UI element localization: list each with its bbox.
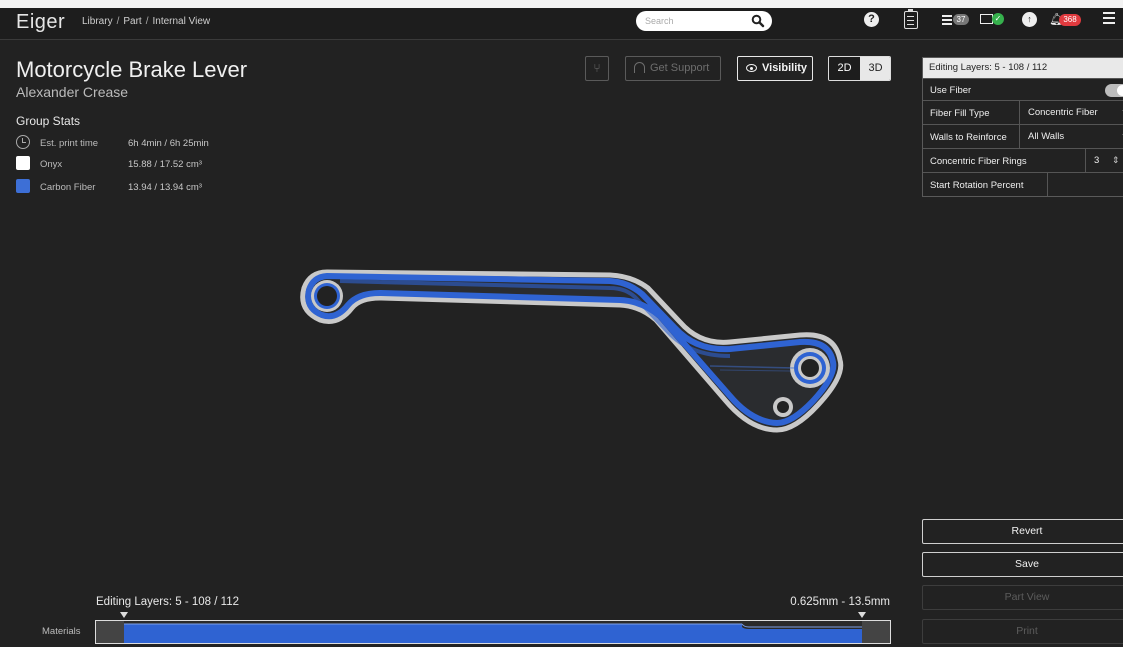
app-logo[interactable]: Eiger bbox=[16, 11, 65, 34]
top-bar: Eiger Library/Part/Internal View ? 37 ✓ … bbox=[0, 0, 1123, 40]
get-support-button[interactable]: Get Support bbox=[625, 56, 721, 81]
branch-icon: ⑂ bbox=[593, 61, 601, 75]
layer-range-start-handle[interactable] bbox=[120, 612, 128, 618]
hamburger-menu-icon[interactable] bbox=[1103, 12, 1115, 24]
notifications-count-badge: 368 bbox=[1059, 14, 1081, 26]
walls-to-reinforce-row: Walls to Reinforce All Walls ▼ bbox=[923, 124, 1123, 148]
carbon-fiber-swatch bbox=[16, 179, 30, 193]
print-button[interactable]: Print bbox=[922, 619, 1123, 644]
search-input[interactable] bbox=[636, 11, 746, 31]
window-edge bbox=[0, 0, 1123, 8]
materials-layer-track[interactable] bbox=[95, 620, 891, 644]
layer-height-range: 0.625mm - 13.5mm bbox=[790, 596, 890, 608]
use-fiber-label: Use Fiber bbox=[930, 85, 972, 96]
search-icon[interactable] bbox=[751, 14, 765, 28]
fiber-layer-band bbox=[124, 623, 862, 643]
revert-button[interactable]: Revert bbox=[922, 519, 1123, 544]
breadcrumb-separator: / bbox=[116, 16, 120, 27]
breadcrumb: Library / Part / Internal View bbox=[82, 16, 210, 27]
view-2d-button[interactable]: 2D bbox=[829, 57, 860, 80]
stat-label: Carbon Fiber bbox=[40, 182, 96, 193]
part-title: Motorcycle Brake Lever bbox=[16, 57, 248, 82]
clock-icon bbox=[16, 135, 30, 149]
use-fiber-row: Use Fiber bbox=[923, 78, 1123, 100]
fiber-fill-type-row: Fiber Fill Type Concentric Fiber ▼ bbox=[923, 100, 1123, 124]
fiber-fill-type-select[interactable]: Concentric Fiber ▼ bbox=[1019, 101, 1123, 124]
layer-range-end-handle[interactable] bbox=[858, 612, 866, 618]
stat-value: 13.94 / 13.94 cm³ bbox=[128, 182, 202, 193]
stat-value: 6h 4min / 6h 25min bbox=[128, 138, 209, 149]
concentric-fiber-rings-label: Concentric Fiber Rings bbox=[930, 156, 1027, 167]
visibility-label: Visibility bbox=[762, 62, 808, 74]
use-fiber-toggle[interactable] bbox=[1105, 84, 1123, 97]
start-rotation-percent-input[interactable] bbox=[1047, 173, 1123, 196]
check-icon: ✓ bbox=[992, 13, 1004, 25]
start-rotation-percent-row: Start Rotation Percent bbox=[923, 172, 1123, 196]
printer-status-button[interactable]: ✓ bbox=[980, 12, 1010, 28]
notifications-button[interactable]: 🔔︎ 368 bbox=[1049, 12, 1093, 28]
panel-header: Editing Layers: 5 - 108 / 112 bbox=[923, 58, 1123, 78]
stat-value: 15.88 / 17.52 cm³ bbox=[128, 159, 202, 170]
search-box bbox=[636, 11, 772, 31]
onyx-swatch bbox=[16, 156, 30, 170]
part-author: Alexander Crease bbox=[16, 84, 129, 100]
part-viewport[interactable] bbox=[280, 250, 870, 450]
fiber-fill-type-value: Concentric Fiber bbox=[1028, 107, 1098, 118]
walls-to-reinforce-select[interactable]: All Walls ▼ bbox=[1019, 125, 1123, 148]
brake-lever-model bbox=[300, 269, 844, 433]
walls-to-reinforce-label: Walls to Reinforce bbox=[930, 132, 1007, 143]
fiber-settings-panel: Editing Layers: 5 - 108 / 112 Use Fiber … bbox=[922, 57, 1123, 197]
stepper-icon[interactable]: ⇕ bbox=[1112, 149, 1120, 172]
part-view-button[interactable]: Part View bbox=[922, 585, 1123, 610]
app-window: Eiger Library/Part/Internal View ? 37 ✓ … bbox=[0, 0, 1123, 647]
breadcrumb-part[interactable]: Part bbox=[123, 16, 141, 27]
queue-count-badge: 37 bbox=[953, 14, 969, 25]
start-rotation-percent-label: Start Rotation Percent bbox=[930, 180, 1024, 191]
upload-icon[interactable]: ↑ bbox=[1022, 12, 1037, 27]
breadcrumb-internal-view: Internal View bbox=[152, 16, 211, 27]
view-3d-button[interactable]: 3D bbox=[860, 57, 890, 80]
walls-to-reinforce-value: All Walls bbox=[1028, 131, 1065, 142]
help-icon[interactable]: ? bbox=[864, 12, 879, 27]
get-support-label: Get Support bbox=[650, 62, 710, 74]
editing-layers-label: Editing Layers: 5 - 108 / 112 bbox=[96, 596, 239, 608]
concentric-fiber-rings-row: Concentric Fiber Rings 3 ⇕ bbox=[923, 148, 1123, 172]
eye-icon bbox=[746, 64, 757, 72]
stat-label: Onyx bbox=[40, 159, 63, 170]
group-stats-heading: Group Stats bbox=[16, 114, 81, 128]
concentric-fiber-rings-value: 3 bbox=[1094, 155, 1100, 166]
branch-button[interactable]: ⑂ bbox=[585, 56, 609, 81]
breadcrumb-separator: / bbox=[145, 16, 149, 27]
view-mode-toggle: 2D 3D bbox=[828, 56, 891, 81]
save-button[interactable]: Save bbox=[922, 552, 1123, 577]
clipboard-icon[interactable] bbox=[904, 9, 918, 29]
print-queue-button[interactable]: 37 bbox=[942, 12, 976, 28]
unselected-layers-start bbox=[96, 621, 124, 643]
fiber-fill-type-label: Fiber Fill Type bbox=[930, 108, 990, 119]
concentric-fiber-rings-input[interactable]: 3 ⇕ bbox=[1085, 149, 1123, 172]
unselected-layers-end bbox=[862, 621, 890, 643]
visibility-button[interactable]: Visibility bbox=[737, 56, 813, 81]
headset-icon bbox=[634, 62, 645, 73]
materials-label: Materials bbox=[42, 626, 81, 637]
breadcrumb-library[interactable]: Library bbox=[82, 16, 113, 27]
stat-label: Est. print time bbox=[40, 138, 99, 149]
